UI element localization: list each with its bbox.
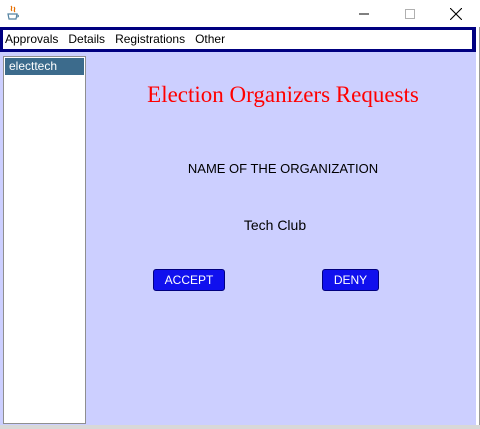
menu-approvals[interactable]: Approvals bbox=[3, 30, 66, 49]
title-bar bbox=[0, 0, 480, 27]
organization-name-value: Tech Club bbox=[243, 217, 307, 233]
organization-name-label: NAME OF THE ORGANIZATION bbox=[187, 161, 379, 176]
menubar: Approvals Details Registrations Other bbox=[3, 30, 472, 49]
accept-button[interactable]: ACCEPT bbox=[153, 269, 225, 291]
maximize-button[interactable] bbox=[387, 0, 433, 27]
menu-other[interactable]: Other bbox=[193, 30, 233, 49]
page-title: Election Organizers Requests bbox=[147, 82, 419, 107]
close-icon bbox=[450, 7, 462, 20]
background-window-strip bbox=[0, 425, 480, 429]
app-window: Approvals Details Registrations Other el… bbox=[0, 0, 480, 429]
menu-details[interactable]: Details bbox=[66, 30, 113, 49]
minimize-icon bbox=[359, 13, 369, 14]
close-button[interactable] bbox=[433, 0, 479, 27]
deny-button[interactable]: DENY bbox=[322, 269, 379, 291]
minimize-button[interactable] bbox=[341, 0, 387, 27]
content-panel: electtech bbox=[0, 52, 476, 429]
maximize-icon bbox=[405, 8, 415, 19]
list-item[interactable]: electtech bbox=[5, 58, 84, 75]
organization-list[interactable]: electtech bbox=[3, 56, 86, 424]
java-app-icon bbox=[6, 5, 20, 21]
menu-registrations[interactable]: Registrations bbox=[113, 30, 193, 49]
menubar-frame: Approvals Details Registrations Other bbox=[0, 27, 476, 52]
